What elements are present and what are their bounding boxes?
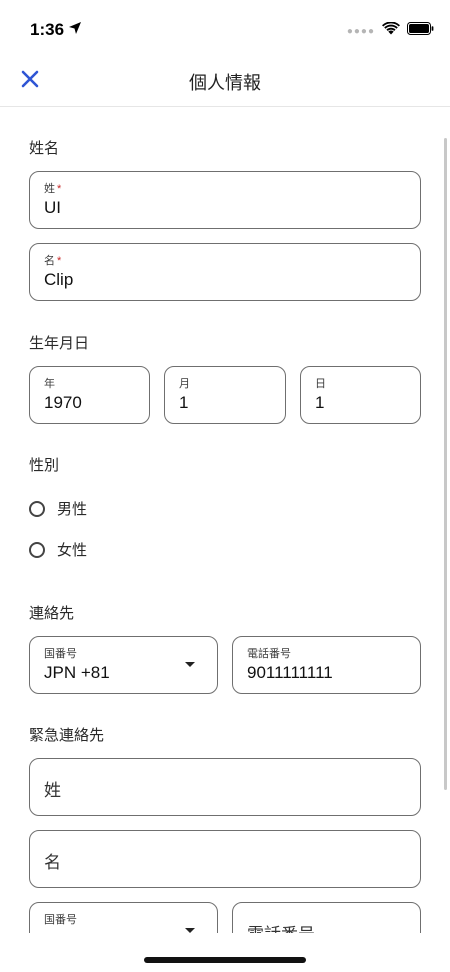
first-name-label: 名 * (44, 255, 62, 267)
birth-year-label: 年 (44, 378, 55, 390)
gender-option-female[interactable]: 女性 (29, 539, 87, 560)
nav-bar: 個人情報 (0, 55, 450, 107)
birth-month-field[interactable]: 月 1 (164, 366, 286, 424)
status-time: 1:36 (30, 20, 82, 40)
emergency-first-name-field[interactable]: 名 (29, 830, 421, 888)
required-marker: * (57, 255, 62, 267)
emergency-phone-field[interactable]: 電話番号 (232, 902, 421, 933)
last-name-value: UI (44, 198, 61, 217)
emergency-country-code-select[interactable]: 国番号 (29, 902, 218, 933)
birth-day-value: 1 (315, 393, 325, 412)
contact-section-title: 連絡先 (29, 605, 75, 622)
birth-month-value: 1 (179, 393, 189, 412)
last-name-field[interactable]: 姓 * UI (29, 171, 421, 229)
location-arrow-icon (68, 20, 82, 40)
emergency-last-name-field[interactable]: 姓 (29, 758, 421, 816)
emergency-first-name-placeholder: 名 (44, 853, 61, 872)
last-name-label: 姓 * (44, 183, 62, 195)
emergency-phone-placeholder: 電話番号 (247, 920, 315, 933)
battery-icon (407, 22, 434, 40)
dropdown-arrow-icon (185, 928, 195, 933)
first-name-field[interactable]: 名 * Clip (29, 243, 421, 301)
emergency-country-code-label: 国番号 (44, 914, 77, 926)
birth-day-field[interactable]: 日 1 (300, 366, 421, 424)
name-section-title: 姓名 (29, 140, 60, 157)
phone-label: 電話番号 (247, 648, 291, 660)
gender-option-male[interactable]: 男性 (29, 498, 87, 519)
birth-year-field[interactable]: 年 1970 (29, 366, 150, 424)
form-content[interactable]: 姓名 姓 * UI 名 * Clip 生年月日 年 1970 月 1 日 1 性別 … (0, 107, 450, 933)
country-code-select[interactable]: 国番号 JPN +81 (29, 636, 218, 694)
gender-option-label: 女性 (57, 542, 88, 559)
birthdate-section-title: 生年月日 (29, 335, 90, 352)
birth-month-label: 月 (179, 378, 190, 390)
birth-day-label: 日 (315, 378, 326, 390)
emergency-last-name-placeholder: 姓 (44, 781, 61, 800)
first-name-value: Clip (44, 270, 74, 289)
status-bar: 1:36 ●●●● (0, 0, 450, 50)
gender-option-label: 男性 (57, 501, 88, 518)
emergency-section-title: 緊急連絡先 (29, 727, 105, 744)
radio-button-icon[interactable] (29, 500, 45, 517)
cellular-signal-icon: ●●●● (346, 25, 375, 37)
wifi-icon (382, 21, 400, 40)
radio-button-icon[interactable] (29, 541, 45, 558)
birth-year-value: 1970 (44, 393, 82, 412)
status-time-text: 1:36 (30, 20, 65, 39)
phone-field[interactable]: 電話番号 9011111111 (232, 636, 421, 694)
scrollbar[interactable] (444, 138, 447, 790)
status-indicators: ●●●● (346, 21, 434, 40)
gender-section-title: 性別 (29, 457, 60, 474)
home-indicator[interactable] (144, 957, 306, 963)
country-code-value: JPN +81 (44, 663, 110, 682)
phone-value: 9011111111 (247, 663, 333, 682)
country-code-label: 国番号 (44, 648, 77, 660)
required-marker: * (57, 183, 62, 195)
dropdown-arrow-icon (185, 662, 195, 667)
page-title: 個人情報 (189, 73, 261, 93)
